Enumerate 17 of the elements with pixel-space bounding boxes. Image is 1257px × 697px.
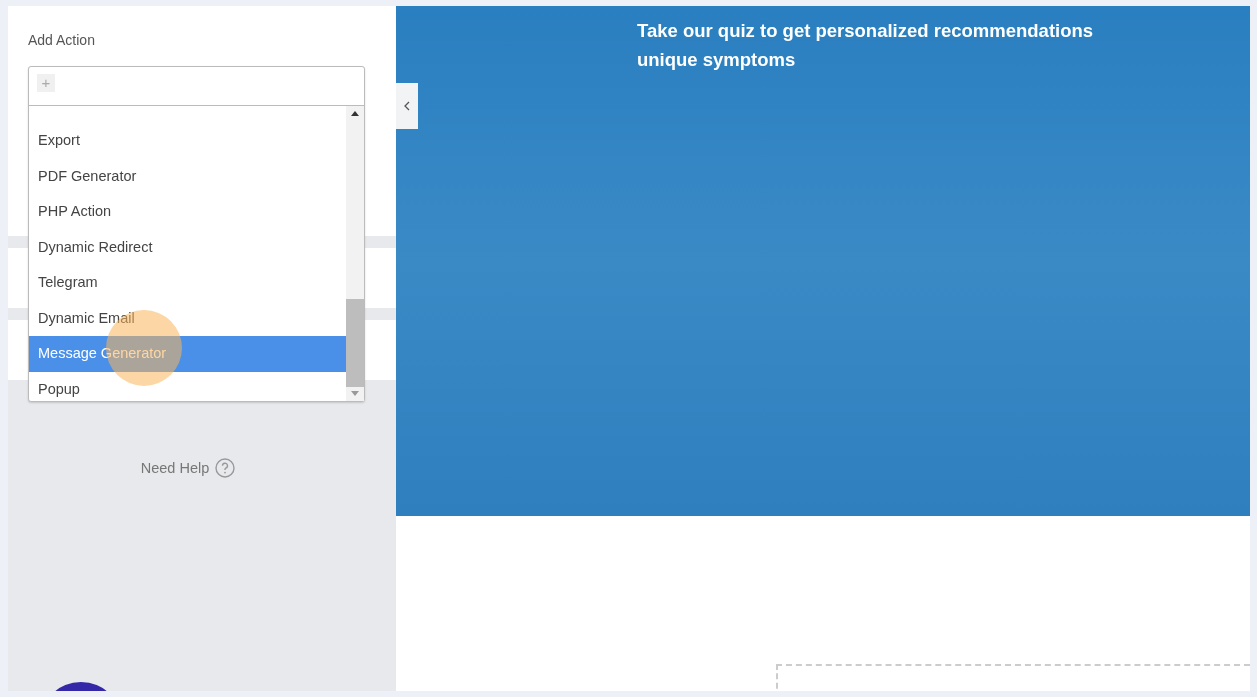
collapse-tab[interactable] — [396, 83, 418, 129]
scroll-up-icon[interactable] — [351, 111, 359, 116]
headline-text: Take our quiz to get personalized recommendations — [637, 19, 1095, 43]
chevron-left-icon — [404, 101, 410, 111]
need-help-link[interactable]: Need Help — [140, 460, 210, 476]
dropdown-option[interactable]: Dynamic Email — [29, 300, 346, 336]
add-action-label: Add Action — [28, 32, 96, 50]
scrollbar[interactable] — [346, 106, 364, 401]
scrollbar-thumb[interactable] — [346, 299, 364, 387]
dropdown-option[interactable]: Dynamic Redirect — [29, 229, 346, 265]
dropdown-option[interactable]: PDF Generator — [29, 158, 346, 194]
dropdown-option[interactable]: PHP Action — [29, 194, 346, 230]
dropdown-option[interactable]: Export — [29, 123, 346, 159]
help-icon[interactable] — [215, 458, 236, 478]
dropdown-option[interactable]: Telegram — [29, 265, 346, 301]
headline-text: unique symptoms — [637, 48, 797, 72]
scroll-down-icon[interactable] — [351, 391, 359, 396]
